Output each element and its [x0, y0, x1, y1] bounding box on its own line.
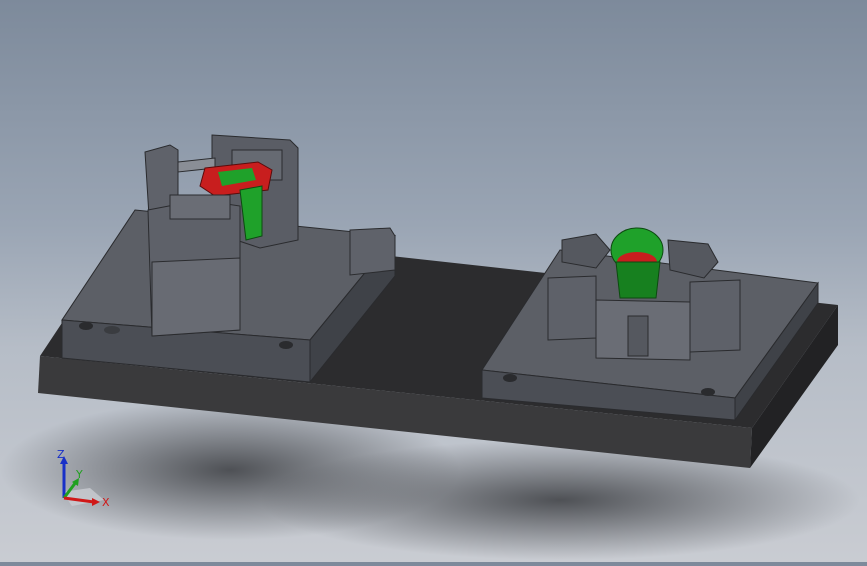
x-axis-label: X — [102, 496, 110, 509]
triad-graphic: Z Y X — [57, 448, 110, 509]
3d-model-viewport[interactable] — [0, 0, 867, 562]
z-axis-label: Z — [57, 448, 65, 461]
shadow-right — [260, 440, 860, 560]
y-axis-label: Y — [75, 468, 83, 481]
assembly-render — [0, 134, 860, 560]
coordinate-triad[interactable]: Z Y X — [44, 440, 124, 520]
